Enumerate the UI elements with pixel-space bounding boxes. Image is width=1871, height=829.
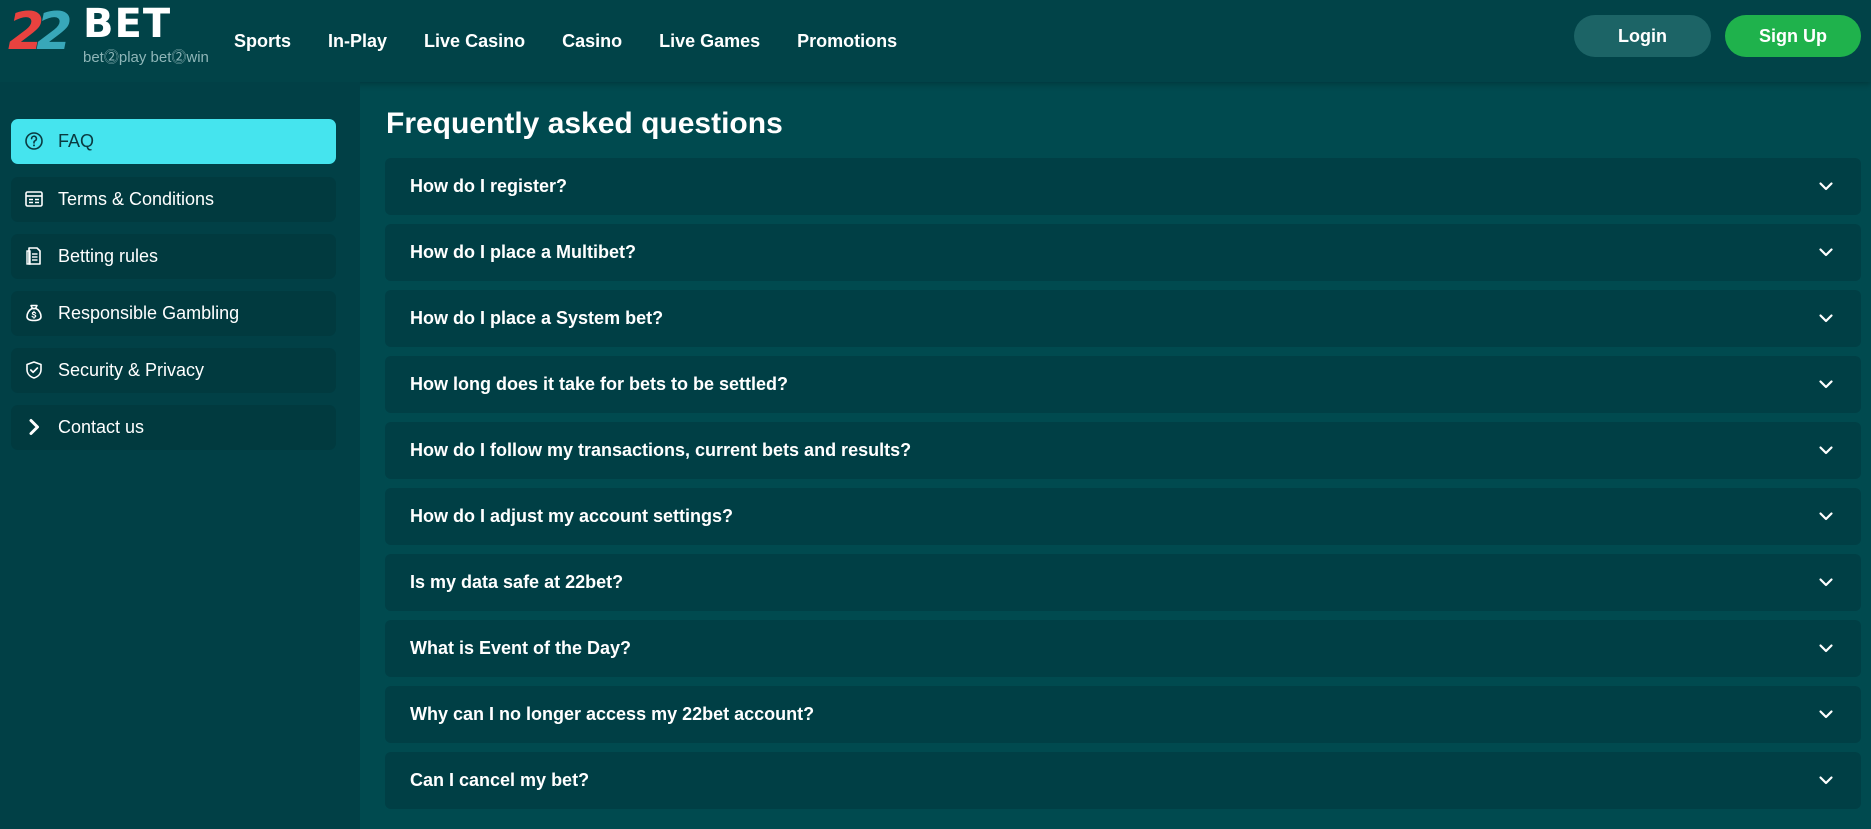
- top-header: 22 BET bet⓶play bet⓶win Sports In-Play L…: [0, 0, 1871, 82]
- sidebar-item-betting-rules[interactable]: Betting rules: [11, 234, 336, 279]
- sidebar-item-label: Betting rules: [58, 246, 159, 266]
- faq-question: What is Event of the Day?: [410, 638, 632, 658]
- sidebar-item-label: Terms & Conditions: [58, 189, 215, 209]
- page-title: Frequently asked questions: [386, 107, 783, 140]
- sidebar-item-label: FAQ: [58, 131, 95, 151]
- chevron-down-icon[interactable]: [1817, 375, 1835, 393]
- faq-item[interactable]: Can I cancel my bet?: [385, 752, 1861, 809]
- chevron-down-icon[interactable]: [1817, 639, 1835, 657]
- faq-item[interactable]: How do I follow my transactions, current…: [385, 422, 1861, 479]
- faq-question: Why can I no longer access my 22bet acco…: [410, 704, 815, 724]
- question-circle-icon: [23, 130, 45, 152]
- chevron-down-icon[interactable]: [1817, 177, 1835, 195]
- faq-item[interactable]: How do I register?: [385, 158, 1861, 215]
- chevron-down-icon[interactable]: [1817, 573, 1835, 591]
- nav-item-casino[interactable]: Casino: [562, 26, 622, 56]
- chevron-down-icon[interactable]: [1817, 771, 1835, 789]
- brand-logo[interactable]: 22 BET bet⓶play bet⓶win: [8, 2, 218, 72]
- faq-question: How do I adjust my account settings?: [410, 506, 734, 526]
- chevron-down-icon[interactable]: [1817, 441, 1835, 459]
- nav-item-live-casino[interactable]: Live Casino: [424, 26, 525, 56]
- faq-list: How do I register? How do I place a Mult…: [385, 158, 1861, 818]
- faq-item[interactable]: How do I place a Multibet?: [385, 224, 1861, 281]
- faq-item[interactable]: How do I adjust my account settings?: [385, 488, 1861, 545]
- chevron-right-icon: [23, 416, 45, 438]
- nav-item-promotions[interactable]: Promotions: [797, 26, 897, 56]
- sidebar-item-faq[interactable]: FAQ: [11, 119, 336, 164]
- chevron-down-icon[interactable]: [1817, 705, 1835, 723]
- nav-item-in-play[interactable]: In-Play: [328, 26, 387, 56]
- logo-digit-2: 2: [36, 2, 72, 62]
- sidebar-item-label: Responsible Gambling: [58, 303, 240, 323]
- faq-item[interactable]: What is Event of the Day?: [385, 620, 1861, 677]
- money-bag-icon: [23, 302, 45, 324]
- faq-question: Can I cancel my bet?: [410, 770, 590, 790]
- faq-question: Is my data safe at 22bet?: [410, 572, 624, 592]
- sidebar-item-label: Contact us: [58, 417, 145, 437]
- faq-question: How do I place a Multibet?: [410, 242, 637, 262]
- login-button[interactable]: Login: [1574, 15, 1711, 57]
- nav-item-sports[interactable]: Sports: [234, 26, 291, 56]
- rules-sheet-icon: [23, 245, 45, 267]
- chevron-down-icon[interactable]: [1817, 507, 1835, 525]
- faq-question: How do I register?: [410, 176, 568, 196]
- shield-check-icon: [23, 359, 45, 381]
- chevron-down-icon[interactable]: [1817, 243, 1835, 261]
- sidebar-item-contact-us[interactable]: Contact us: [11, 405, 336, 450]
- faq-question: How do I follow my transactions, current…: [410, 440, 912, 460]
- nav-item-live-games[interactable]: Live Games: [659, 26, 760, 56]
- sidebar-item-label: Security & Privacy: [58, 360, 205, 380]
- faq-item[interactable]: How do I place a System bet?: [385, 290, 1861, 347]
- sidebar-item-security-privacy[interactable]: Security & Privacy: [11, 348, 336, 393]
- help-sidebar: FAQ Terms & Conditions Betting rules Res…: [0, 82, 360, 829]
- sidebar-item-responsible-gambling[interactable]: Responsible Gambling: [11, 291, 336, 336]
- document-list-icon: [23, 188, 45, 210]
- signup-button[interactable]: Sign Up: [1725, 15, 1861, 57]
- faq-item[interactable]: Is my data safe at 22bet?: [385, 554, 1861, 611]
- faq-question: How long does it take for bets to be set…: [410, 374, 789, 394]
- logo-tagline: bet⓶play bet⓶win: [83, 49, 209, 66]
- sidebar-item-terms[interactable]: Terms & Conditions: [11, 177, 336, 222]
- main-nav: Sports In-Play Live Casino Casino Live G…: [234, 26, 934, 56]
- logo-word: BET: [83, 1, 172, 47]
- chevron-down-icon[interactable]: [1817, 309, 1835, 327]
- faq-item[interactable]: How long does it take for bets to be set…: [385, 356, 1861, 413]
- faq-question: How do I place a System bet?: [410, 308, 664, 328]
- logo-mark: 22: [8, 2, 72, 62]
- logo-digit-1: 2: [8, 2, 44, 62]
- faq-item[interactable]: Why can I no longer access my 22bet acco…: [385, 686, 1861, 743]
